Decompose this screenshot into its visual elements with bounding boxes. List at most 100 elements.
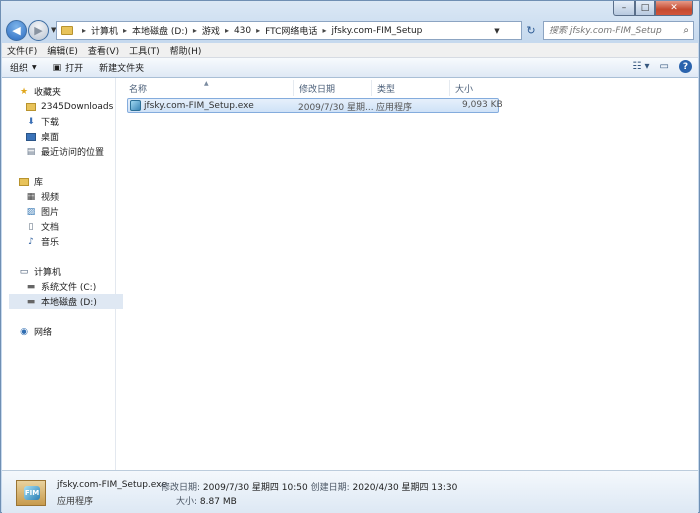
nav-item-videos[interactable]: ▦ 视频	[25, 189, 139, 204]
refresh-button[interactable]: ↻	[524, 21, 538, 40]
breadcrumb-drive-d[interactable]: 本地磁盘 (D:)	[132, 24, 188, 37]
open-button[interactable]: ▣ 打开	[45, 61, 92, 75]
nav-item-pictures[interactable]: ▨ 图片	[25, 204, 139, 219]
address-dropdown-icon[interactable]: ▼	[491, 22, 503, 39]
organize-label: 组织	[10, 64, 29, 74]
nav-item-drive-d[interactable]: ▬ 本地磁盘 (D:)	[9, 294, 123, 309]
nav-item-label: 视频	[41, 193, 60, 203]
breadcrumb-separator-icon[interactable]: ▸	[225, 26, 229, 35]
music-icon: ♪	[28, 236, 34, 247]
size-label: 大小:	[176, 497, 198, 507]
breadcrumb-separator-icon[interactable]: ▸	[322, 26, 326, 35]
forward-arrow-icon: ▶	[34, 24, 43, 37]
breadcrumb-ftc[interactable]: FTC网络电话	[265, 24, 317, 37]
search-icon[interactable]: ⌕	[683, 25, 689, 36]
column-header-size[interactable]: 大小	[450, 80, 500, 96]
nav-favorites-label: 收藏夹	[34, 88, 62, 98]
view-options-icon[interactable]: ☷ ▾	[632, 61, 649, 72]
network-icon: ◉	[20, 326, 28, 337]
details-dates: 修改日期: 2009/7/30 星期四 10:50 创建日期: 2020/4/3…	[161, 480, 457, 493]
document-icon: ▯	[28, 221, 34, 232]
breadcrumb-games[interactable]: 游戏	[202, 24, 220, 37]
size-value: 8.87 MB	[199, 497, 237, 507]
breadcrumb-current-folder[interactable]: jfsky.com-FIM_Setup	[331, 26, 422, 36]
nav-item-2345downloads[interactable]: 2345Downloads	[25, 99, 139, 114]
menu-help[interactable]: 帮助(H)	[165, 44, 207, 57]
desktop-icon	[25, 131, 37, 142]
column-header-name[interactable]: 名称 ▲	[124, 80, 294, 96]
nav-item-label: 2345Downloads	[41, 101, 114, 112]
minimize-button[interactable]: –	[613, 1, 635, 16]
nav-favorites[interactable]: ★ 收藏夹	[18, 84, 132, 99]
nav-computer-label: 计算机	[34, 268, 62, 278]
nav-computer[interactable]: ▭ 计算机	[18, 264, 132, 279]
breadcrumb-computer[interactable]: 计算机	[91, 24, 118, 37]
nav-libraries[interactable]: 库	[18, 174, 132, 189]
breadcrumb-separator-icon[interactable]: ▸	[256, 26, 260, 35]
nav-item-documents[interactable]: ▯ 文档	[25, 219, 139, 234]
app-logo: FIM	[24, 486, 40, 500]
command-bar: 组织 ▼ ▣ 打开 新建文件夹 ☷ ▾ ▭ ?	[2, 58, 698, 78]
nav-item-label: 桌面	[41, 133, 60, 143]
file-type-cell: 应用程序	[376, 103, 413, 113]
column-date-label: 修改日期	[299, 84, 336, 95]
address-bar[interactable]: ▸ 计算机 ▸ 本地磁盘 (D:) ▸ 游戏 ▸ 430 ▸ FTC网络电话 ▸…	[56, 21, 522, 40]
nav-item-music[interactable]: ♪ 音乐	[25, 234, 139, 249]
navigation-bar: ◀ ▶ ▼ ▸ 计算机 ▸ 本地磁盘 (D:) ▸ 游戏 ▸ 430 ▸ FTC…	[6, 20, 694, 42]
column-type-label: 类型	[377, 84, 396, 95]
close-button[interactable]: ✕	[655, 1, 693, 16]
help-icon[interactable]: ?	[679, 60, 692, 73]
setup-package-icon: FIM	[16, 477, 48, 509]
preview-pane-icon[interactable]: ▭	[660, 61, 669, 72]
menu-file[interactable]: 文件(F)	[2, 44, 42, 57]
navigation-pane: ★ 收藏夹 2345Downloads ⬇ 下载 桌面 ▤ 最近访问的位置 库 …	[2, 78, 123, 470]
open-label: 打开	[65, 64, 84, 74]
video-icon: ▦	[26, 191, 36, 202]
back-button[interactable]: ◀	[6, 20, 27, 41]
search-input[interactable]	[544, 25, 674, 36]
nav-item-label: 下载	[41, 118, 60, 128]
file-date-cell: 2009/7/30 星期...	[298, 103, 374, 113]
file-name: jfsky.com-FIM_Setup.exe	[144, 101, 254, 111]
created-value: 2020/4/30 星期四 13:30	[352, 483, 458, 493]
column-header-type[interactable]: 类型	[372, 80, 450, 96]
breadcrumb-separator-icon[interactable]: ▸	[193, 26, 197, 35]
column-name-label: 名称	[129, 84, 148, 95]
menu-edit[interactable]: 编辑(E)	[42, 44, 83, 57]
system-drive-icon: ▬	[26, 281, 36, 292]
organize-button[interactable]: 组织 ▼	[2, 61, 45, 74]
nav-item-downloads[interactable]: ⬇ 下载	[25, 114, 139, 129]
nav-item-label: 最近访问的位置	[41, 148, 105, 158]
nav-item-desktop[interactable]: 桌面	[25, 129, 139, 144]
nav-item-drive-c[interactable]: ▬ 系统文件 (C:)	[25, 279, 139, 294]
maximize-button[interactable]: □	[635, 1, 655, 16]
exe-file-icon	[130, 100, 141, 111]
folder-icon	[61, 26, 73, 35]
breadcrumb-separator-icon[interactable]: ▸	[123, 26, 127, 35]
column-size-label: 大小	[455, 84, 474, 95]
column-header-date[interactable]: 修改日期	[294, 80, 372, 96]
drive-icon: ▬	[26, 296, 36, 307]
search-box: ⌕	[543, 21, 694, 40]
forward-button[interactable]: ▶	[28, 20, 49, 41]
new-folder-button[interactable]: 新建文件夹	[91, 61, 152, 74]
file-row[interactable]: jfsky.com-FIM_Setup.exe 2009/7/30 星期... …	[127, 98, 503, 113]
content-area: ★ 收藏夹 2345Downloads ⬇ 下载 桌面 ▤ 最近访问的位置 库 …	[2, 78, 698, 470]
nav-item-label: 本地磁盘 (D:)	[41, 298, 97, 308]
open-icon: ▣	[52, 62, 62, 73]
menu-view[interactable]: 查看(V)	[83, 44, 124, 57]
breadcrumb-separator-icon[interactable]: ▸	[82, 26, 86, 35]
menu-tools[interactable]: 工具(T)	[124, 44, 165, 57]
nav-item-label: 图片	[41, 208, 60, 218]
nav-network-label: 网络	[34, 328, 53, 338]
folder-icon	[25, 101, 37, 112]
breadcrumb-430[interactable]: 430	[234, 26, 251, 36]
details-file-type: 应用程序	[57, 497, 94, 507]
file-name-cell: jfsky.com-FIM_Setup.exe	[130, 100, 254, 111]
nav-network[interactable]: ◉ 网络	[18, 324, 132, 339]
star-icon: ★	[19, 86, 29, 97]
nav-item-label: 音乐	[41, 238, 60, 248]
nav-item-recent-places[interactable]: ▤ 最近访问的位置	[25, 144, 139, 159]
details-size: 大小: 8.87 MB	[176, 494, 237, 507]
back-arrow-icon: ◀	[12, 24, 21, 37]
